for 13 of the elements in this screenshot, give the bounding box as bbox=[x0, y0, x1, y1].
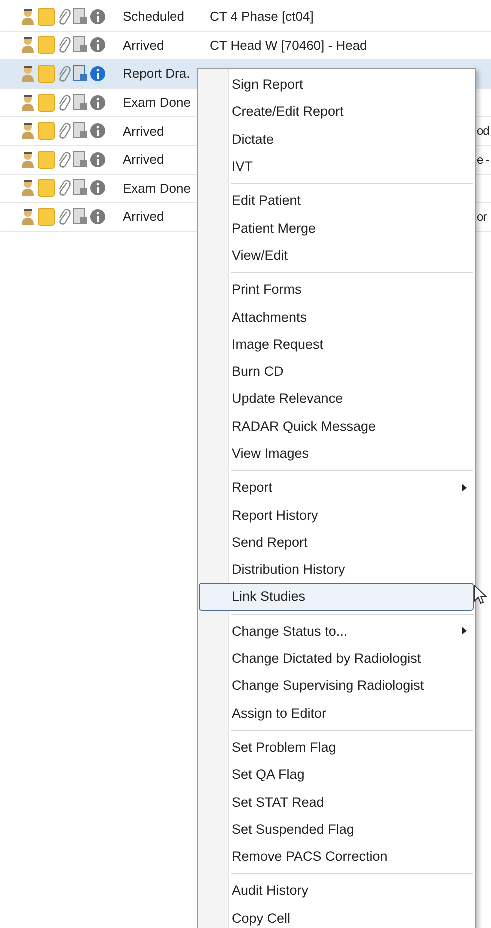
status-text: Scheduled bbox=[123, 9, 186, 24]
status-text: Arrived bbox=[123, 209, 166, 224]
status-text: Arrived bbox=[123, 124, 166, 139]
status-text: Exam Done bbox=[123, 95, 192, 110]
procedure-text: CT 4 Phase [ct04] bbox=[210, 9, 314, 24]
status-text: Report Dra. bbox=[123, 66, 192, 82]
status-text: Arrived bbox=[123, 152, 166, 168]
procedure-text: CT Head W [70460] - Head bbox=[210, 38, 368, 53]
procedure-text: or bbox=[477, 210, 487, 224]
procedure-text: e - bbox=[477, 152, 490, 167]
status-text: Exam Done bbox=[123, 180, 192, 196]
status-text: Arrived bbox=[123, 38, 166, 53]
procedure-text: od bbox=[477, 124, 490, 138]
